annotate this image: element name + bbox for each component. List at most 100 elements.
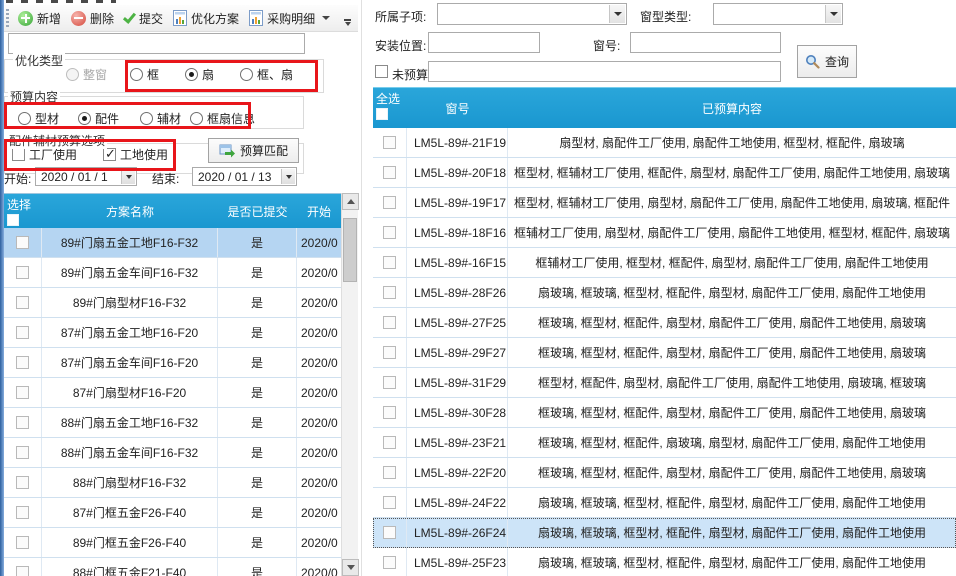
unbudgeted-checkbox[interactable] [375, 65, 388, 78]
column-header-submitted[interactable]: 是否已提交 [218, 194, 297, 228]
scheme-row[interactable]: 87#门扇型材F16-F20 是 2020/0 [4, 378, 341, 408]
row-checkbox[interactable] [383, 136, 396, 149]
budget-row[interactable]: LM5L-89#-26F24 扇玻璃, 框玻璃, 框型材, 框配件, 扇型材, … [373, 518, 956, 548]
scheme-row[interactable]: 87#门扇五金工地F16-F20 是 2020/0 [4, 318, 341, 348]
start-date-picker[interactable]: 2020 / 01 / 1 [35, 167, 137, 186]
column-header-name[interactable]: 方案名称 [42, 194, 218, 228]
select-all-checkbox[interactable] [7, 214, 19, 226]
row-checkbox[interactable] [383, 226, 396, 239]
purchase-detail-button[interactable]: 采购明细 [244, 7, 335, 30]
row-select-cell[interactable] [373, 128, 407, 157]
row-select-cell[interactable] [373, 518, 407, 547]
select-all-checkbox[interactable] [376, 108, 388, 120]
optimize-plan-button[interactable]: 优化方案 [168, 7, 244, 30]
toolbar-overflow-button[interactable] [341, 13, 354, 32]
row-checkbox[interactable] [383, 466, 396, 479]
scheme-table-scrollbar[interactable] [341, 193, 358, 576]
row-checkbox[interactable] [16, 506, 29, 519]
row-select-cell[interactable] [373, 368, 407, 397]
row-checkbox[interactable] [16, 356, 29, 369]
row-select-cell[interactable] [373, 188, 407, 217]
budget-row[interactable]: LM5L-89#-22F20 框玻璃, 框型材, 框配件, 扇型材, 扇配件工厂… [373, 458, 956, 488]
budget-row[interactable]: LM5L-89#-29F27 框玻璃, 框型材, 框配件, 扇型材, 扇配件工厂… [373, 338, 956, 368]
optimize-type-radio[interactable]: 扇 [185, 67, 214, 82]
row-checkbox[interactable] [16, 446, 29, 459]
row-select-cell[interactable] [4, 498, 42, 527]
checkbox-icon[interactable] [12, 148, 25, 161]
window-type-combobox[interactable] [713, 3, 843, 25]
row-select-cell[interactable] [4, 318, 42, 347]
budget-row[interactable]: LM5L-89#-18F16 框辅材工厂使用, 扇型材, 扇配件工厂使用, 扇配… [373, 218, 956, 248]
radio-icon[interactable] [185, 68, 198, 81]
row-checkbox[interactable] [383, 436, 396, 449]
column-header-content[interactable]: 已预算内容 [508, 88, 956, 128]
row-select-cell[interactable] [373, 308, 407, 337]
row-checkbox[interactable] [16, 326, 29, 339]
window-no-input[interactable] [630, 32, 781, 53]
row-checkbox[interactable] [16, 566, 29, 576]
add-button[interactable]: 新增 [13, 7, 66, 30]
scheme-filter-input[interactable] [8, 33, 305, 54]
row-checkbox[interactable] [383, 346, 396, 359]
scheme-row[interactable]: 89#门扇型材F16-F32 是 2020/0 [4, 288, 341, 318]
budget-row[interactable]: LM5L-89#-23F21 框玻璃, 框型材, 框配件, 扇玻璃, 扇型材, … [373, 428, 956, 458]
date-dropdown-button[interactable] [121, 169, 135, 184]
budget-row[interactable]: LM5L-89#-19F17 框型材, 框辅材工厂使用, 扇型材, 扇配件工厂使… [373, 188, 956, 218]
scheme-row[interactable]: 87#门框五金F26-F40 是 2020/0 [4, 498, 341, 528]
row-select-cell[interactable] [373, 338, 407, 367]
checkbox-icon[interactable] [103, 148, 116, 161]
scroll-up-button[interactable] [342, 193, 359, 210]
budget-row[interactable]: LM5L-89#-20F18 框型材, 框辅材工厂使用, 框配件, 扇型材, 扇… [373, 158, 956, 188]
radio-icon[interactable] [130, 68, 143, 81]
row-select-cell[interactable] [373, 158, 407, 187]
column-header-select-all[interactable]: 全选 [373, 88, 407, 128]
row-checkbox[interactable] [16, 236, 29, 249]
scheme-row[interactable]: 88#门框五金F21-F40 是 2020/0 [4, 558, 341, 576]
row-select-cell[interactable] [4, 288, 42, 317]
budget-row[interactable]: LM5L-89#-30F28 框玻璃, 框型材, 框配件, 扇型材, 扇配件工厂… [373, 398, 956, 428]
row-checkbox[interactable] [383, 556, 396, 569]
radio-icon[interactable] [18, 112, 31, 125]
combo-dropdown-button[interactable] [825, 5, 841, 23]
scheme-row[interactable]: 89#门框五金F26-F40 是 2020/0 [4, 528, 341, 558]
optimize-type-radio[interactable]: 框 [130, 67, 159, 82]
row-checkbox[interactable] [383, 376, 396, 389]
delete-button[interactable]: 删除 [66, 7, 119, 30]
row-checkbox[interactable] [16, 266, 29, 279]
row-checkbox[interactable] [16, 416, 29, 429]
end-date-picker[interactable]: 2020 / 01 / 13 [192, 167, 297, 186]
scheme-row[interactable]: 88#门扇五金工地F16-F32 是 2020/0 [4, 408, 341, 438]
row-checkbox[interactable] [383, 526, 396, 539]
scheme-row[interactable]: 88#门扇型材F16-F32 是 2020/0 [4, 468, 341, 498]
row-checkbox[interactable] [16, 296, 29, 309]
budget-row[interactable]: LM5L-89#-21F19 扇型材, 扇配件工厂使用, 扇配件工地使用, 框型… [373, 128, 956, 158]
row-select-cell[interactable] [4, 378, 42, 407]
query-button[interactable]: 查询 [797, 45, 857, 78]
row-select-cell[interactable] [4, 408, 42, 437]
row-checkbox[interactable] [16, 386, 29, 399]
scheme-row[interactable]: 87#门扇五金车间F16-F20 是 2020/0 [4, 348, 341, 378]
row-checkbox[interactable] [383, 286, 396, 299]
row-select-cell[interactable] [373, 548, 407, 576]
row-select-cell[interactable] [4, 528, 42, 557]
budget-content-radio[interactable]: 型材 [18, 111, 59, 126]
budget-row[interactable]: LM5L-89#-16F15 框辅材工厂使用, 框型材, 框配件, 扇型材, 扇… [373, 248, 956, 278]
row-checkbox[interactable] [383, 406, 396, 419]
scheme-row[interactable]: 88#门扇五金车间F16-F32 是 2020/0 [4, 438, 341, 468]
row-checkbox[interactable] [383, 166, 396, 179]
combo-dropdown-button[interactable] [609, 5, 625, 23]
install-position-input[interactable] [428, 32, 540, 53]
row-checkbox[interactable] [16, 476, 29, 489]
column-header-window-no[interactable]: 窗号 [407, 88, 508, 128]
row-checkbox[interactable] [383, 256, 396, 269]
budget-row[interactable]: LM5L-89#-31F29 框型材, 框配件, 扇型材, 扇配件工厂使用, 扇… [373, 368, 956, 398]
row-select-cell[interactable] [4, 438, 42, 467]
usage-checkbox[interactable]: 工地使用 [103, 147, 168, 162]
scroll-down-button[interactable] [342, 559, 359, 576]
row-select-cell[interactable] [373, 278, 407, 307]
column-header-select[interactable]: 选择 [4, 194, 42, 228]
row-select-cell[interactable] [4, 348, 42, 377]
chevron-down-icon[interactable] [322, 16, 330, 20]
row-checkbox[interactable] [383, 196, 396, 209]
radio-icon[interactable] [140, 112, 153, 125]
